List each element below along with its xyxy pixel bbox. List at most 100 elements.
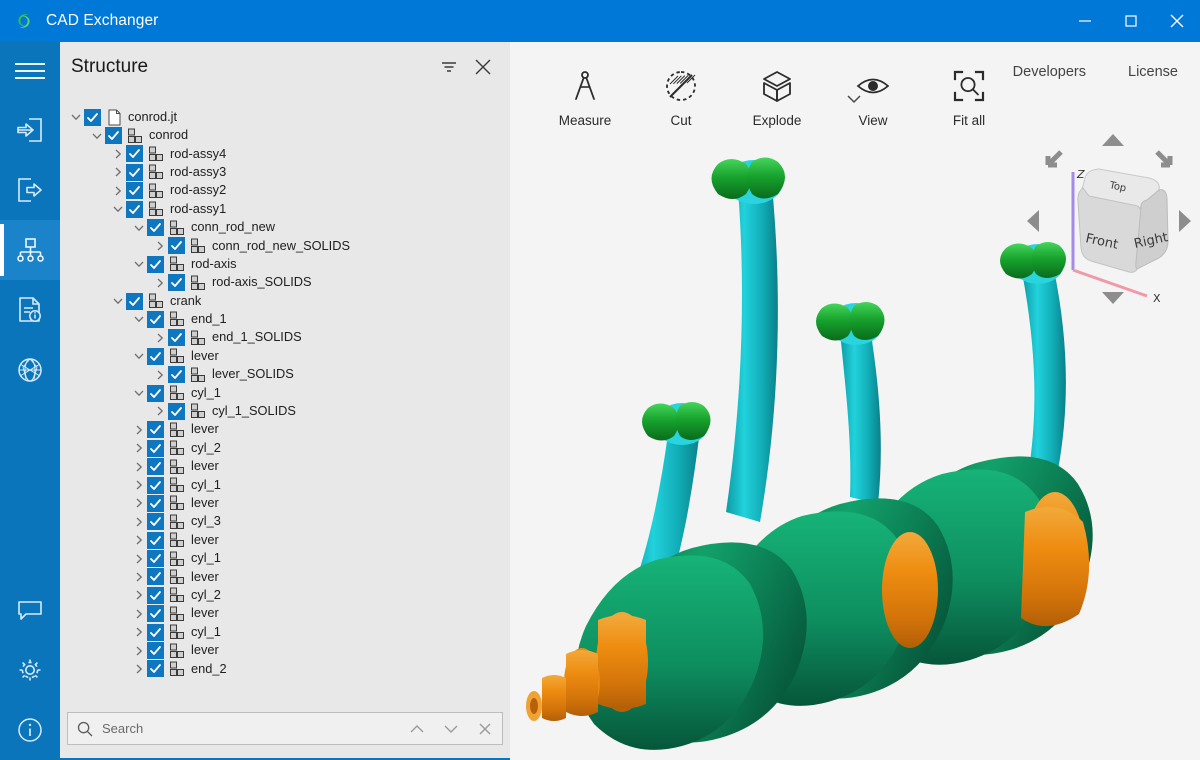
tree-row[interactable]: end_1_SOLIDS — [60, 329, 510, 347]
tree-row[interactable]: rod-axis_SOLIDS — [60, 274, 510, 292]
search-input[interactable] — [102, 721, 400, 736]
tree-row[interactable]: conrod.jt — [60, 108, 510, 126]
tree-row[interactable]: end_2 — [60, 660, 510, 678]
tree-expand-toggle[interactable] — [131, 549, 147, 567]
tree-checkbox[interactable] — [147, 439, 164, 457]
tree-row[interactable]: cyl_2 — [60, 439, 510, 457]
tree-expand-toggle[interactable] — [131, 605, 147, 623]
tree-collapse-toggle[interactable] — [131, 218, 147, 236]
tree-checkbox[interactable] — [147, 605, 164, 623]
tree-checkbox[interactable] — [126, 145, 143, 163]
tree-expand-toggle[interactable] — [131, 476, 147, 494]
tree-checkbox[interactable] — [168, 329, 185, 347]
tree-checkbox[interactable] — [147, 623, 164, 641]
tree-collapse-toggle[interactable] — [89, 126, 105, 144]
tree-checkbox[interactable] — [168, 274, 185, 292]
search-clear-button[interactable] — [468, 713, 502, 744]
tree-collapse-toggle[interactable] — [110, 292, 126, 310]
tree-expand-toggle[interactable] — [131, 531, 147, 549]
rail-item-mesh[interactable] — [0, 340, 60, 400]
maximize-button[interactable] — [1108, 0, 1154, 42]
tree-row[interactable]: cyl_1 — [60, 476, 510, 494]
search-next-button[interactable] — [434, 713, 468, 744]
tree-expand-toggle[interactable] — [131, 513, 147, 531]
tree-checkbox[interactable] — [147, 476, 164, 494]
tree-row[interactable]: lever_SOLIDS — [60, 365, 510, 384]
rail-item-import[interactable] — [0, 100, 60, 160]
tree-row[interactable]: rod-axis — [60, 255, 510, 273]
tree-expand-toggle[interactable] — [152, 402, 168, 420]
tree-row[interactable]: cyl_1 — [60, 384, 510, 402]
rail-item-settings[interactable] — [0, 640, 60, 700]
tree-checkbox[interactable] — [147, 513, 164, 531]
view-cube[interactable]: Top Front Right — [1025, 130, 1200, 320]
tree-collapse-toggle[interactable] — [110, 200, 126, 218]
tree-row[interactable]: rod-assy4 — [60, 145, 510, 163]
tree-checkbox[interactable] — [126, 163, 143, 181]
tree-row[interactable]: lever — [60, 457, 510, 476]
tree-checkbox[interactable] — [147, 568, 164, 586]
filter-button[interactable] — [432, 50, 466, 84]
tree-checkbox[interactable] — [126, 292, 143, 310]
tree-row[interactable]: cyl_1 — [60, 623, 510, 641]
tree-row[interactable]: cyl_3 — [60, 513, 510, 531]
tree-checkbox[interactable] — [126, 182, 143, 200]
tree-row[interactable]: lever — [60, 494, 510, 512]
tree-checkbox[interactable] — [105, 127, 122, 145]
tree-checkbox[interactable] — [147, 494, 164, 512]
tree-checkbox[interactable] — [147, 384, 164, 402]
tree-expand-toggle[interactable] — [152, 329, 168, 347]
tree-expand-toggle[interactable] — [131, 439, 147, 457]
rail-item-about[interactable] — [0, 700, 60, 760]
rail-item-properties[interactable] — [0, 280, 60, 340]
tree-expand-toggle[interactable] — [131, 586, 147, 604]
tree-row[interactable]: rod-assy2 — [60, 182, 510, 200]
close-button[interactable] — [1154, 0, 1200, 42]
tree-expand-toggle[interactable] — [131, 641, 147, 659]
tree-row[interactable]: end_1 — [60, 310, 510, 328]
tree-row[interactable]: lever — [60, 531, 510, 549]
tree-checkbox[interactable] — [147, 458, 164, 476]
tree-row[interactable]: lever — [60, 568, 510, 586]
tree-checkbox[interactable] — [147, 219, 164, 237]
rail-item-export[interactable] — [0, 160, 60, 220]
tree-row[interactable]: crank — [60, 292, 510, 310]
tree-row[interactable]: cyl_1 — [60, 549, 510, 568]
tree-checkbox[interactable] — [147, 586, 164, 604]
tree-expand-toggle[interactable] — [131, 421, 147, 439]
tree-checkbox[interactable] — [147, 550, 164, 568]
rail-item-feedback[interactable] — [0, 580, 60, 640]
tree-checkbox[interactable] — [168, 366, 185, 384]
tree-expand-toggle[interactable] — [152, 237, 168, 255]
tree-expand-toggle[interactable] — [110, 182, 126, 200]
tree-collapse-toggle[interactable] — [131, 255, 147, 273]
tree-row[interactable]: lever — [60, 421, 510, 439]
search-prev-button[interactable] — [400, 713, 434, 744]
search-bar[interactable] — [67, 712, 503, 745]
tree-row[interactable]: rod-assy1 — [60, 200, 510, 218]
tree-checkbox[interactable] — [147, 347, 164, 365]
tree-row[interactable]: lever — [60, 605, 510, 623]
rail-item-structure[interactable] — [0, 220, 60, 280]
tree-expand-toggle[interactable] — [110, 163, 126, 181]
3d-viewport[interactable]: Measure Cut Explode View Fit all Developers … — [510, 42, 1200, 760]
tree-expand-toggle[interactable] — [131, 660, 147, 678]
tree-checkbox[interactable] — [147, 310, 164, 328]
tree-checkbox[interactable] — [147, 255, 164, 273]
tree-row[interactable]: rod-assy3 — [60, 163, 510, 181]
tree-checkbox[interactable] — [147, 531, 164, 549]
tree-checkbox[interactable] — [84, 108, 101, 126]
tree-row[interactable]: conrod — [60, 126, 510, 145]
tree-checkbox[interactable] — [168, 237, 185, 255]
tree-collapse-toggle[interactable] — [68, 108, 84, 126]
tree-expand-toggle[interactable] — [110, 145, 126, 163]
tree-expand-toggle[interactable] — [131, 457, 147, 475]
tree-expand-toggle[interactable] — [131, 494, 147, 512]
tree-row[interactable]: lever — [60, 347, 510, 365]
panel-close-button[interactable] — [466, 50, 500, 84]
tree-expand-toggle[interactable] — [131, 623, 147, 641]
tree-row[interactable]: conn_rod_new — [60, 218, 510, 237]
tree-expand-toggle[interactable] — [152, 365, 168, 383]
tree-expand-toggle[interactable] — [152, 274, 168, 292]
tree-checkbox[interactable] — [147, 642, 164, 660]
